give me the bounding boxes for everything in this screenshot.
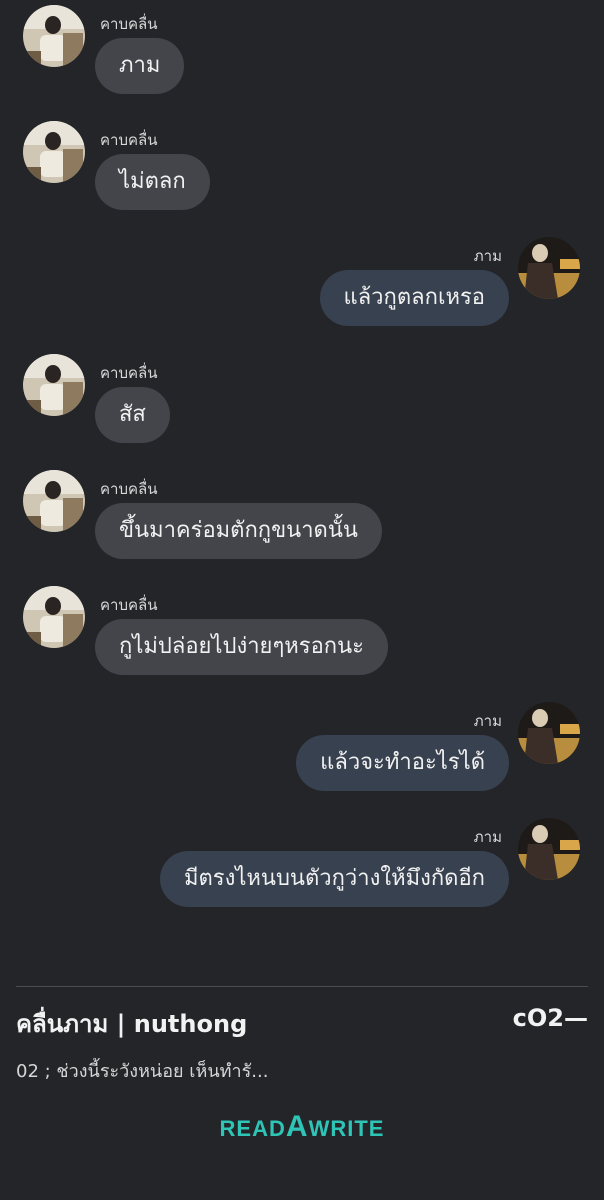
avatar[interactable] (23, 5, 85, 67)
message-bubble: สัส (95, 387, 170, 443)
logo-part-write: WRITE (308, 1116, 385, 1141)
sender-name: คาบคลื่น (100, 596, 158, 614)
avatar[interactable] (518, 702, 580, 764)
logo-part-read: READ (219, 1116, 286, 1141)
readawrite-logo[interactable]: READAWRITE (0, 1110, 604, 1144)
logo-part-a: A (285, 1110, 309, 1143)
sender-name: ภาม (473, 247, 502, 265)
message-bubble: ขึ้นมาคร่อมตักกูขนาดนั้น (95, 503, 382, 559)
sender-name: คาบคลื่น (100, 15, 158, 33)
sender-name: ภาม (473, 828, 502, 846)
sender-name: คาบคลื่น (100, 480, 158, 498)
footer-divider (16, 986, 588, 987)
chapter-title[interactable]: 02 ; ช่วงนี้ระวังหน่อย เห็นทำรั... (16, 1056, 268, 1085)
story-title[interactable]: คลื่นภาม | nuthong (16, 1004, 247, 1043)
avatar[interactable] (23, 121, 85, 183)
avatar[interactable] (23, 470, 85, 532)
message-bubble: กูไม่ปล่อยไปง่ายๆหรอกนะ (95, 619, 388, 675)
message-bubble: ภาม (95, 38, 185, 94)
sender-name: คาบคลื่น (100, 131, 158, 149)
chapter-code: cO2— (512, 1004, 588, 1032)
avatar[interactable] (23, 586, 85, 648)
avatar[interactable] (518, 237, 580, 299)
message-bubble: แล้วจะทำอะไรได้ (296, 735, 509, 791)
message-bubble: ไม่ตลก (95, 154, 210, 210)
sender-name: ภาม (473, 712, 502, 730)
message-bubble: แล้วกูตลกเหรอ (319, 270, 509, 326)
avatar[interactable] (518, 818, 580, 880)
message-bubble: มีตรงไหนบนตัวกูว่างให้มึงกัดอีก (160, 851, 509, 907)
avatar[interactable] (23, 354, 85, 416)
sender-name: คาบคลื่น (100, 364, 158, 382)
